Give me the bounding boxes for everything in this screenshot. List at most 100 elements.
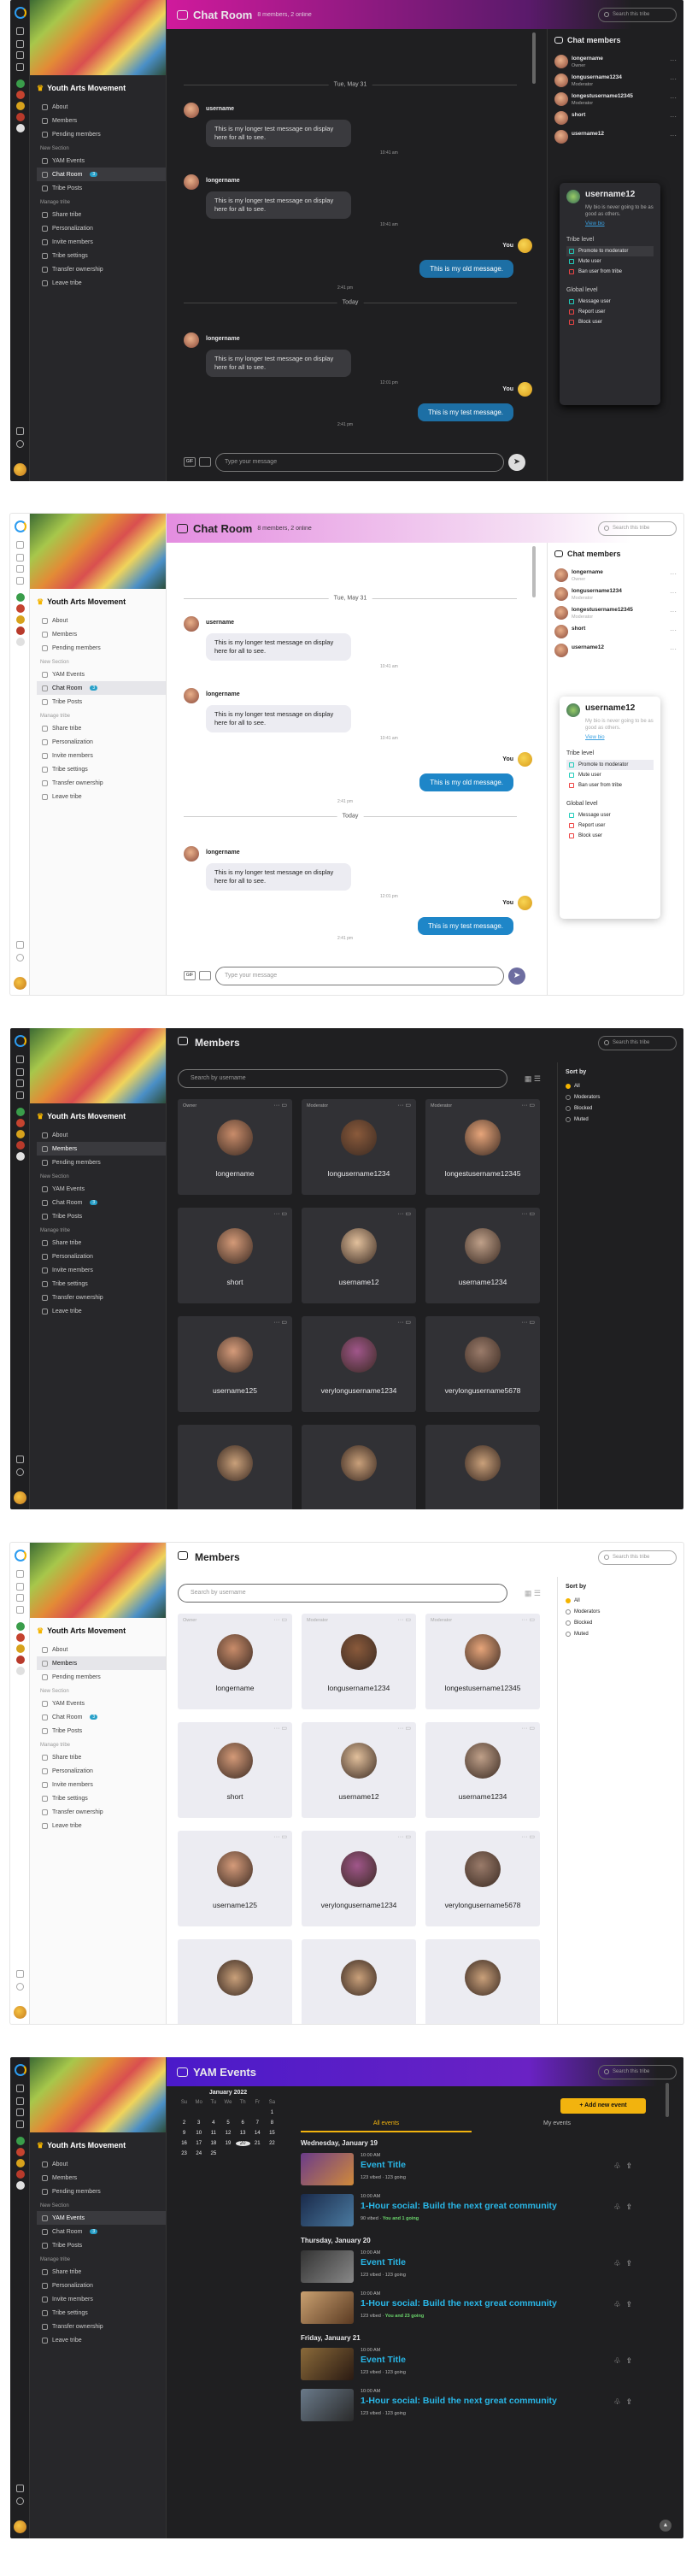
image-upload-icon[interactable] [199, 457, 211, 467]
sidebar-item[interactable]: Tribe settings [37, 762, 166, 776]
message-input[interactable]: Type your message [215, 967, 504, 985]
tribe-search-input[interactable]: Search this tribe [598, 8, 677, 22]
explore-icon[interactable] [16, 554, 24, 562]
home-icon[interactable] [16, 541, 24, 549]
member-card[interactable]: Moderator ··· ▭ longusername1234 [302, 1099, 416, 1195]
member-card[interactable] [425, 1425, 540, 1509]
more-options-icon[interactable]: ··· ▭ [397, 1616, 411, 1623]
more-options-icon[interactable]: ··· [670, 75, 677, 83]
help-icon[interactable] [16, 1983, 24, 1991]
notification-icon[interactable] [16, 2120, 24, 2128]
member-card[interactable]: ··· ▭ username12 [302, 1208, 416, 1303]
sidebar-item[interactable]: Personalization [37, 735, 166, 749]
more-options-icon[interactable]: ··· [670, 56, 677, 64]
member-row[interactable]: longusername1234 Moderator ··· [554, 72, 677, 91]
more-options-icon[interactable]: ··· ▭ [273, 1102, 287, 1109]
calendar-day[interactable]: 5 [220, 2120, 235, 2126]
sidebar-item[interactable]: Members [37, 1656, 166, 1670]
calendar-day[interactable]: 17 [191, 2141, 206, 2146]
tribe-action[interactable]: Ban user from tribe [566, 780, 654, 791]
tribe-action[interactable]: Promote to moderator [566, 246, 654, 256]
member-card[interactable]: ··· ▭ username1234 [425, 1208, 540, 1303]
more-options-icon[interactable]: ··· ▭ [397, 1725, 411, 1732]
sidebar-item[interactable]: Tribe Posts [37, 695, 166, 709]
sidebar-item[interactable]: About [37, 1643, 166, 1656]
member-search-input[interactable]: Search by username [178, 1069, 507, 1088]
avatar[interactable] [184, 103, 199, 118]
help-icon[interactable] [16, 440, 24, 448]
sidebar-item[interactable]: Chat Room 3 [37, 168, 166, 181]
tribe-shortcut-icon[interactable] [16, 2148, 25, 2156]
tribe-search-input[interactable]: Search this tribe [598, 521, 677, 536]
member-card[interactable]: Owner ··· ▭ longername [178, 1099, 292, 1195]
calendar-day[interactable]: 24 [191, 2151, 206, 2156]
sidebar-item[interactable]: Chat Room 3 [37, 681, 166, 695]
calendar-day[interactable]: 12 [220, 2131, 235, 2136]
more-options-icon[interactable]: ··· ▭ [521, 1319, 535, 1326]
avatar[interactable] [184, 616, 199, 632]
calendar-day[interactable]: 14 [250, 2131, 265, 2136]
calendar-day[interactable]: 19 [220, 2141, 235, 2146]
sidebar-item[interactable]: Members [37, 1142, 166, 1156]
sidebar-item[interactable]: Chat Room 3 [37, 2225, 166, 2238]
more-options-icon[interactable]: ··· ▭ [521, 1833, 535, 1840]
more-options-icon[interactable]: ··· ▭ [273, 1319, 287, 1326]
member-row[interactable]: longername Owner ··· [554, 567, 677, 585]
calendar-day[interactable]: 21 [250, 2141, 265, 2146]
tribe-shortcut-icon[interactable] [16, 604, 25, 613]
sidebar-item[interactable]: Personalization [37, 2279, 166, 2292]
member-card[interactable]: ··· ▭ short [178, 1208, 292, 1303]
sort-option[interactable]: Moderators [566, 1091, 600, 1103]
event-title[interactable]: Event Title [361, 2355, 406, 2365]
settings-icon[interactable] [16, 1970, 24, 1978]
event-item[interactable]: 10:00 AM Event Title 123 vibed · 123 going… [301, 2249, 642, 2285]
calendar-day[interactable]: 16 [177, 2141, 191, 2146]
gif-button[interactable]: GIF [184, 457, 196, 467]
tribe-shortcut-icon[interactable] [16, 1141, 25, 1150]
global-action[interactable]: Report user [566, 307, 654, 317]
tribe-shortcut-icon[interactable] [16, 1622, 25, 1631]
tribe-shortcut-icon[interactable] [16, 91, 25, 99]
more-options-icon[interactable]: ··· ▭ [521, 1210, 535, 1217]
chat-icon[interactable] [16, 1594, 24, 1602]
member-search-input[interactable]: Search by username [178, 1584, 507, 1603]
sidebar-item[interactable]: Invite members [37, 749, 166, 762]
avatar[interactable] [184, 174, 199, 190]
explore-icon[interactable] [16, 1068, 24, 1076]
sidebar-item[interactable]: About [37, 1128, 166, 1142]
sidebar-item[interactable]: Invite members [37, 2292, 166, 2306]
event-actions-icon[interactable]: ♧⇪ [613, 2203, 637, 2212]
member-row[interactable]: longusername1234 Moderator ··· [554, 585, 677, 604]
home-icon[interactable] [16, 1056, 24, 1063]
chat-icon[interactable] [16, 51, 24, 59]
calendar-day[interactable]: 22 [265, 2141, 279, 2146]
tribe-shortcut-icon[interactable] [16, 2170, 25, 2179]
calendar-day[interactable]: 13 [236, 2131, 250, 2136]
sidebar-item[interactable]: Tribe Posts [37, 181, 166, 195]
tribe-shortcut-icon[interactable] [16, 1119, 25, 1127]
more-options-icon[interactable]: ··· [670, 132, 677, 139]
more-options-icon[interactable]: ··· ▭ [521, 1725, 535, 1732]
user-avatar[interactable] [14, 463, 26, 476]
tribe-shortcut-icon[interactable] [16, 1152, 25, 1161]
sidebar-item[interactable]: Pending members [37, 2185, 166, 2198]
chat-icon[interactable] [16, 2108, 24, 2116]
member-card[interactable]: ··· ▭ verylongusername5678 [425, 1316, 540, 1412]
more-options-icon[interactable]: ··· [670, 589, 677, 597]
sidebar-item[interactable]: Tribe settings [37, 1277, 166, 1291]
scrollbar[interactable] [532, 32, 536, 84]
user-avatar[interactable] [14, 977, 26, 990]
app-logo-icon[interactable] [15, 7, 26, 19]
message-author[interactable]: longername [206, 336, 240, 342]
member-card[interactable] [178, 1425, 292, 1509]
sidebar-item[interactable]: Share tribe [37, 2265, 166, 2279]
sort-option[interactable]: All [566, 1080, 600, 1091]
more-options-icon[interactable]: ··· ▭ [273, 1725, 287, 1732]
notification-icon[interactable] [16, 577, 24, 585]
sidebar-item[interactable]: Members [37, 627, 166, 641]
member-card[interactable]: ··· ▭ verylongusername1234 [302, 1831, 416, 1926]
user-avatar[interactable] [14, 2520, 26, 2533]
message-author[interactable]: longername [206, 691, 240, 697]
tribe-shortcut-icon[interactable] [16, 102, 25, 110]
avatar[interactable] [184, 688, 199, 703]
